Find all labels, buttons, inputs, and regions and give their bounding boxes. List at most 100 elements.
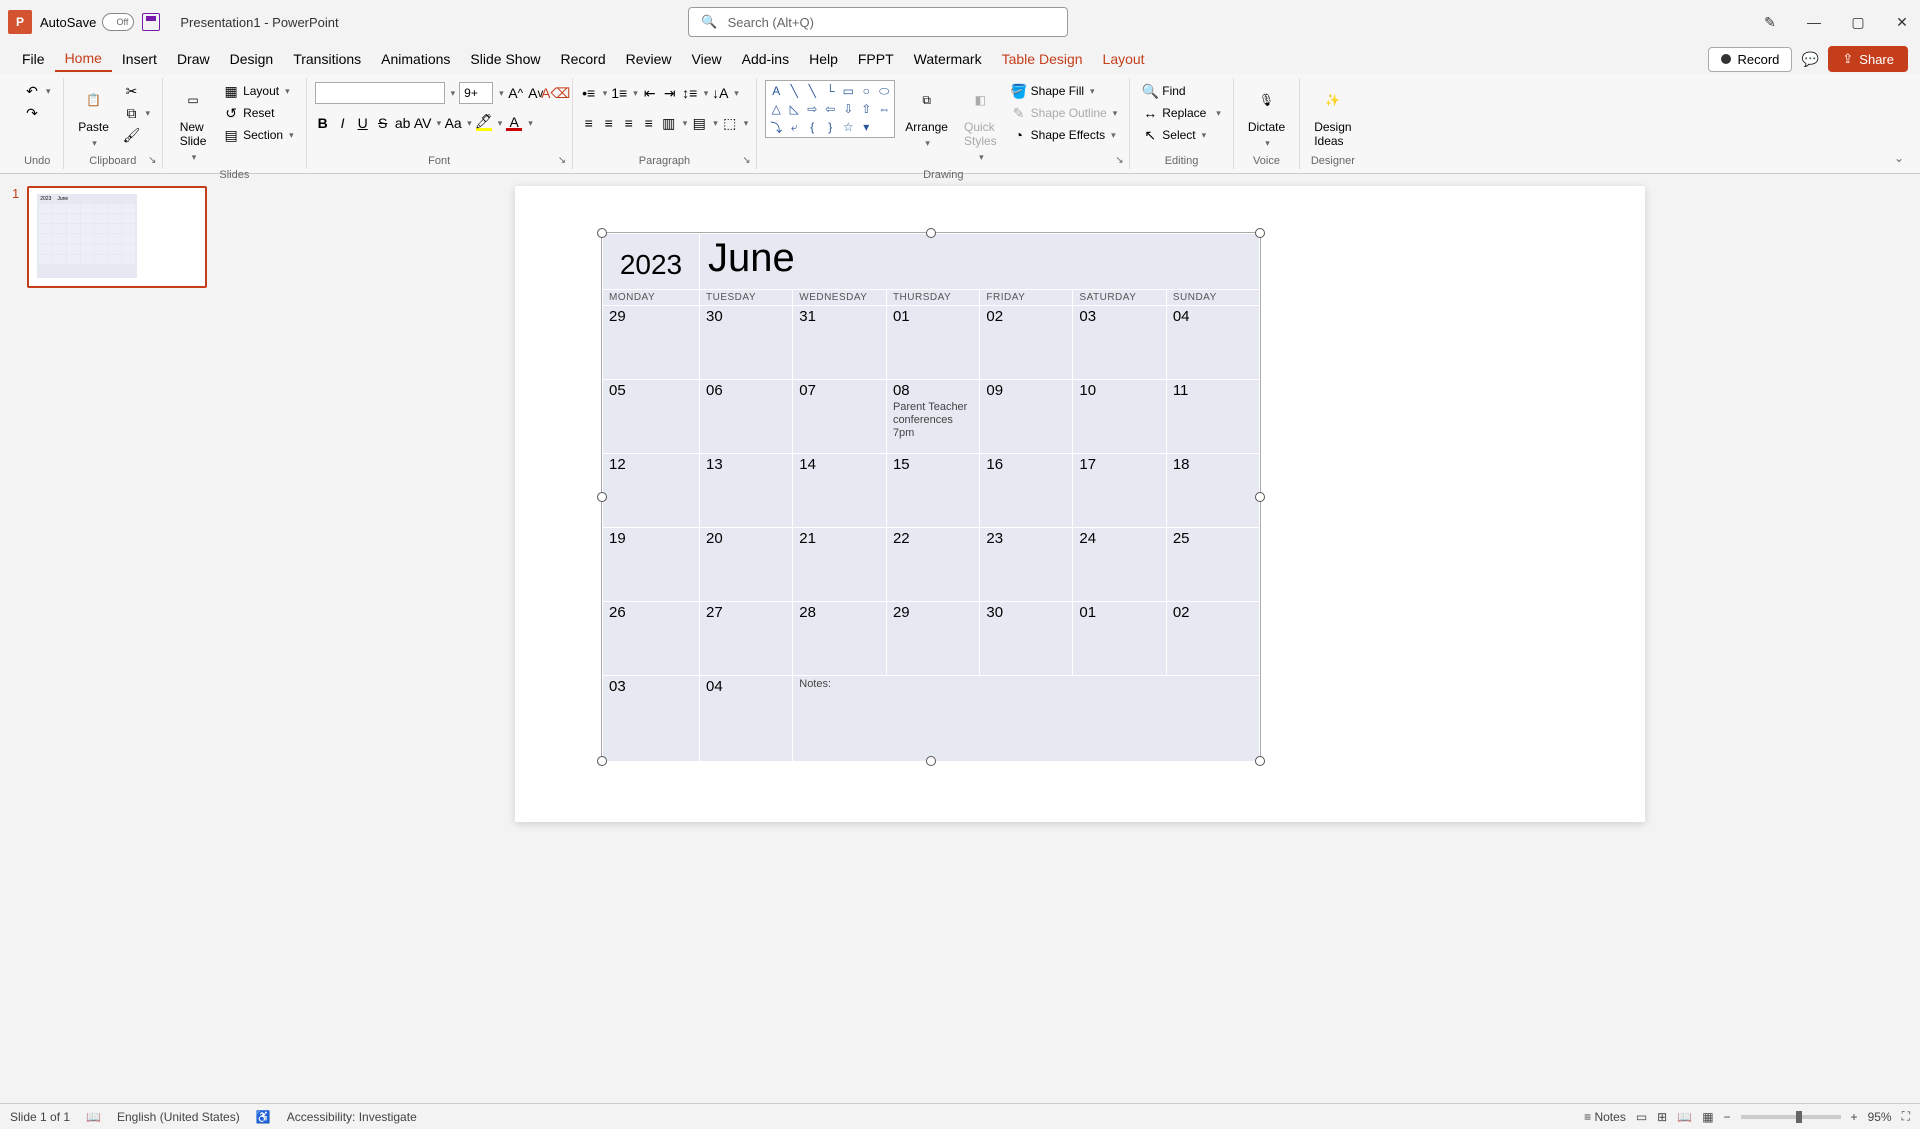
calendar-day-cell[interactable]: 18 (1166, 454, 1259, 528)
select-button[interactable]: ↖Select▾ (1138, 124, 1225, 146)
font-dialog-launcher[interactable]: ↘ (558, 155, 570, 167)
tab-layout[interactable]: Layout (1093, 47, 1155, 71)
shape-arrowlr-icon[interactable]: ⇔ (876, 101, 892, 117)
new-slide-button[interactable]: ▭ New Slide ▾ (171, 80, 215, 167)
dow-cell[interactable]: WEDNESDAY (793, 290, 887, 306)
tab-record[interactable]: Record (550, 47, 615, 71)
clear-formatting-icon[interactable]: A⌫ (548, 85, 564, 101)
align-left-button[interactable]: ≡ (581, 115, 597, 131)
calendar-day-cell[interactable]: 25 (1166, 528, 1259, 602)
shape-curve2-icon[interactable]: ⤶ (786, 119, 802, 135)
calendar-month[interactable]: June (700, 234, 1259, 289)
section-button[interactable]: ▤Section▾ (219, 124, 298, 146)
status-language[interactable]: English (United States) (117, 1110, 240, 1124)
calendar-day-cell[interactable]: 07 (793, 380, 887, 454)
maximize-icon[interactable]: ▢ (1848, 12, 1868, 32)
shape-brace1-icon[interactable]: { (804, 119, 820, 135)
calendar-day-cell[interactable]: 17 (1073, 454, 1166, 528)
design-ideas-button[interactable]: ✨ Design Ideas (1308, 80, 1357, 152)
calendar-day-cell[interactable]: 04 (1166, 306, 1259, 380)
shape-arrowr-icon[interactable]: ⇨ (804, 101, 820, 117)
shape-star-icon[interactable]: ☆ (840, 119, 856, 135)
dow-cell[interactable]: SUNDAY (1166, 290, 1259, 306)
collapse-ribbon-icon[interactable]: ⌄ (1894, 151, 1904, 165)
numbering-button[interactable]: 1≡ (611, 85, 627, 101)
calendar-day-cell[interactable]: 13 (700, 454, 793, 528)
strikethrough-button[interactable]: S (375, 115, 391, 131)
underline-button[interactable]: U (355, 115, 371, 131)
calendar-day-cell[interactable]: 30 (700, 306, 793, 380)
shape-rtriangle-icon[interactable]: ◺ (786, 101, 802, 117)
find-button[interactable]: 🔍Find (1138, 80, 1225, 102)
redo-button[interactable]: ↷ (20, 102, 55, 124)
thumbnail-image[interactable]: 2023June (27, 186, 207, 288)
shape-connector-icon[interactable]: └ (822, 83, 838, 99)
dow-cell[interactable]: SATURDAY (1073, 290, 1166, 306)
tab-animations[interactable]: Animations (371, 47, 460, 71)
slide-thumbnail-1[interactable]: 1 2023June (12, 186, 228, 288)
calendar-day-cell[interactable]: 12 (603, 454, 700, 528)
change-case-button[interactable]: Aa (445, 115, 461, 131)
zoom-thumb[interactable] (1796, 1111, 1802, 1123)
cut-button[interactable]: ✂ (120, 80, 155, 102)
paste-button[interactable]: 📋 Paste ▾ (72, 80, 116, 153)
copy-button[interactable]: ⧉▾ (120, 102, 155, 124)
tab-review[interactable]: Review (616, 47, 682, 71)
tab-file[interactable]: File (12, 47, 55, 71)
tab-watermark[interactable]: Watermark (904, 47, 992, 71)
pen-icon[interactable]: ✎ (1760, 12, 1780, 32)
status-accessibility[interactable]: Accessibility: Investigate (287, 1110, 417, 1124)
zoom-value[interactable]: 95% (1868, 1110, 1892, 1124)
shape-roundrect-icon[interactable]: ⬭ (876, 83, 892, 99)
dow-cell[interactable]: MONDAY (603, 290, 700, 306)
shape-arrowl-icon[interactable]: ⇦ (822, 101, 838, 117)
tab-fppt[interactable]: FPPT (848, 47, 904, 71)
shape-arrowd-icon[interactable]: ⇩ (840, 101, 856, 117)
zoom-in-button[interactable]: + (1851, 1110, 1858, 1124)
font-size-input[interactable] (459, 82, 493, 104)
calendar-day-cell[interactable]: 22 (886, 528, 979, 602)
align-right-button[interactable]: ≡ (621, 115, 637, 131)
status-notes-button[interactable]: ≡ Notes (1584, 1110, 1626, 1124)
drawing-dialog-launcher[interactable]: ↘ (1115, 155, 1127, 167)
calendar-day-cell[interactable]: 03 (603, 676, 700, 762)
calendar-day-cell[interactable]: 02 (980, 306, 1073, 380)
calendar-table[interactable]: 2023 June MONDAY TUESDAY WEDNESDAY THURS… (601, 232, 1261, 762)
calendar-day-cell[interactable]: 24 (1073, 528, 1166, 602)
dow-cell[interactable]: FRIDAY (980, 290, 1073, 306)
calendar-notes-cell[interactable]: Notes: (793, 676, 1260, 762)
arrange-button[interactable]: ⧉ Arrange▾ (899, 80, 954, 153)
autosave-toggle[interactable]: AutoSave Off (40, 13, 134, 31)
columns-button[interactable]: ▥ (661, 115, 677, 131)
calendar-year[interactable]: 2023 (603, 235, 699, 289)
highlight-button[interactable]: 🖊 (476, 115, 492, 131)
font-dropdown-icon[interactable]: ▾ (451, 88, 456, 99)
fit-to-window-icon[interactable]: ⛶ (1902, 1109, 1910, 1124)
tab-help[interactable]: Help (799, 47, 848, 71)
shape-fill-button[interactable]: 🪣Shape Fill▾ (1007, 80, 1122, 102)
selection-handle[interactable] (597, 492, 607, 502)
char-spacing-button[interactable]: AV (415, 115, 431, 131)
tab-addins[interactable]: Add-ins (732, 47, 799, 71)
calendar-day-cell[interactable]: 28 (793, 602, 887, 676)
shape-curve-icon[interactable]: ⤵ (768, 119, 784, 135)
calendar-day-cell[interactable]: 06 (700, 380, 793, 454)
zoom-out-button[interactable]: − (1724, 1110, 1731, 1124)
record-button[interactable]: Record (1708, 47, 1792, 72)
close-icon[interactable]: ✕ (1892, 12, 1912, 32)
tab-insert[interactable]: Insert (112, 47, 167, 71)
tab-home[interactable]: Home (55, 46, 112, 72)
shape-effects-button[interactable]: ◔Shape Effects▾ (1007, 124, 1122, 146)
increase-indent-button[interactable]: ⇥ (662, 85, 678, 101)
calendar-day-cell[interactable]: 27 (700, 602, 793, 676)
clipboard-dialog-launcher[interactable]: ↘ (148, 155, 160, 167)
calendar-day-cell[interactable]: 21 (793, 528, 887, 602)
calendar-day-cell[interactable]: 09 (980, 380, 1073, 454)
calendar-day-cell[interactable]: 20 (700, 528, 793, 602)
layout-button[interactable]: ▦Layout▾ (219, 80, 298, 102)
dictate-button[interactable]: 🎙 Dictate▾ (1242, 80, 1291, 153)
calendar-day-cell[interactable]: 15 (886, 454, 979, 528)
shape-textbox-icon[interactable]: A (768, 83, 784, 99)
status-accessibility-icon[interactable]: ♿ (256, 1110, 271, 1124)
selection-handle[interactable] (1255, 756, 1265, 766)
